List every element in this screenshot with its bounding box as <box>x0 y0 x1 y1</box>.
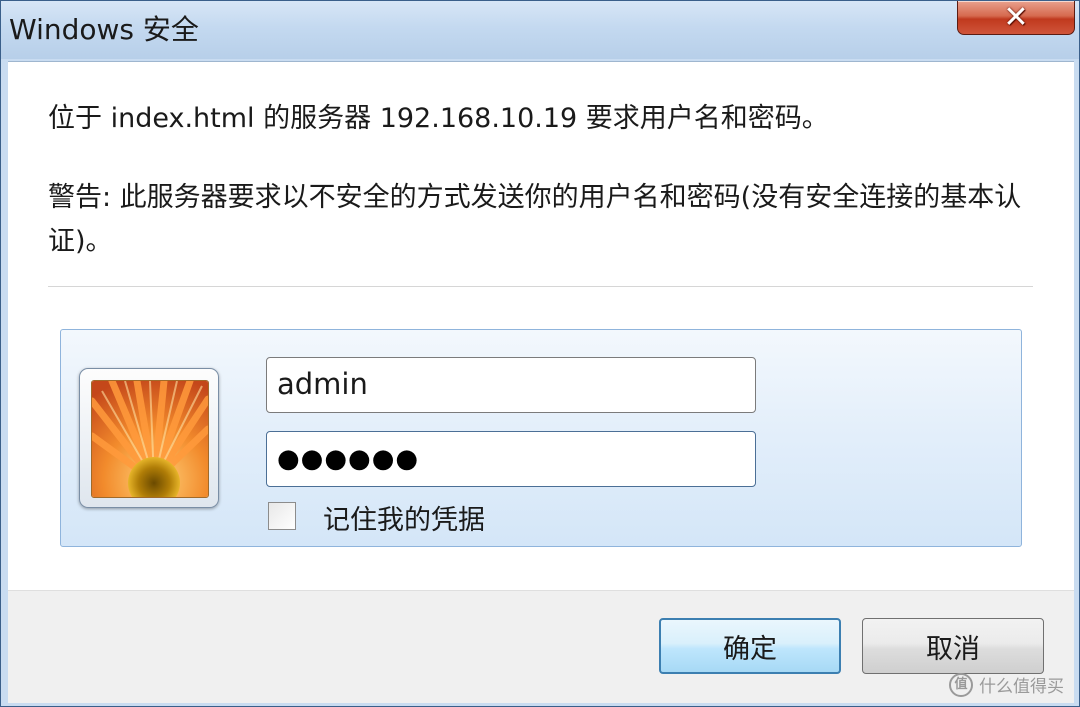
remember-credentials-checkbox[interactable] <box>268 502 296 530</box>
server-message: 位于 index.html 的服务器 192.168.10.19 要求用户名和密… <box>48 103 829 134</box>
ok-button[interactable]: 确定 <box>659 618 841 674</box>
dialog-body: 位于 index.html 的服务器 192.168.10.19 要求用户名和密… <box>8 61 1074 590</box>
separator <box>48 286 1033 287</box>
cancel-button[interactable]: 取消 <box>862 618 1044 674</box>
window-title: Windows 安全 <box>9 13 199 46</box>
warning-message: 警告: 此服务器要求以不安全的方式发送你的用户名和密码(没有安全连接的基本认证)… <box>48 182 1022 257</box>
security-dialog: Windows 安全 ✕ 位于 index.html 的服务器 192.168.… <box>0 0 1080 707</box>
watermark: 值 什么值得买 <box>949 672 1064 697</box>
title-bar[interactable]: Windows 安全 ✕ <box>1 1 1079 59</box>
close-icon: ✕ <box>1003 0 1029 35</box>
username-input[interactable]: admin <box>266 357 756 413</box>
close-button[interactable]: ✕ <box>957 1 1075 35</box>
password-input[interactable]: ●●●●●● <box>266 431 756 487</box>
watermark-text: 什么值得买 <box>979 677 1064 697</box>
remember-credentials-label[interactable]: 记住我的凭据 <box>323 498 485 537</box>
button-bar: 确定 取消 值 什么值得买 <box>8 590 1074 703</box>
user-tile-flower-icon <box>91 380 209 498</box>
avatar <box>79 368 219 508</box>
credential-tile[interactable]: admin ●●●●●● 记住我的凭据 <box>60 329 1022 547</box>
watermark-logo-icon: 值 <box>949 672 973 697</box>
